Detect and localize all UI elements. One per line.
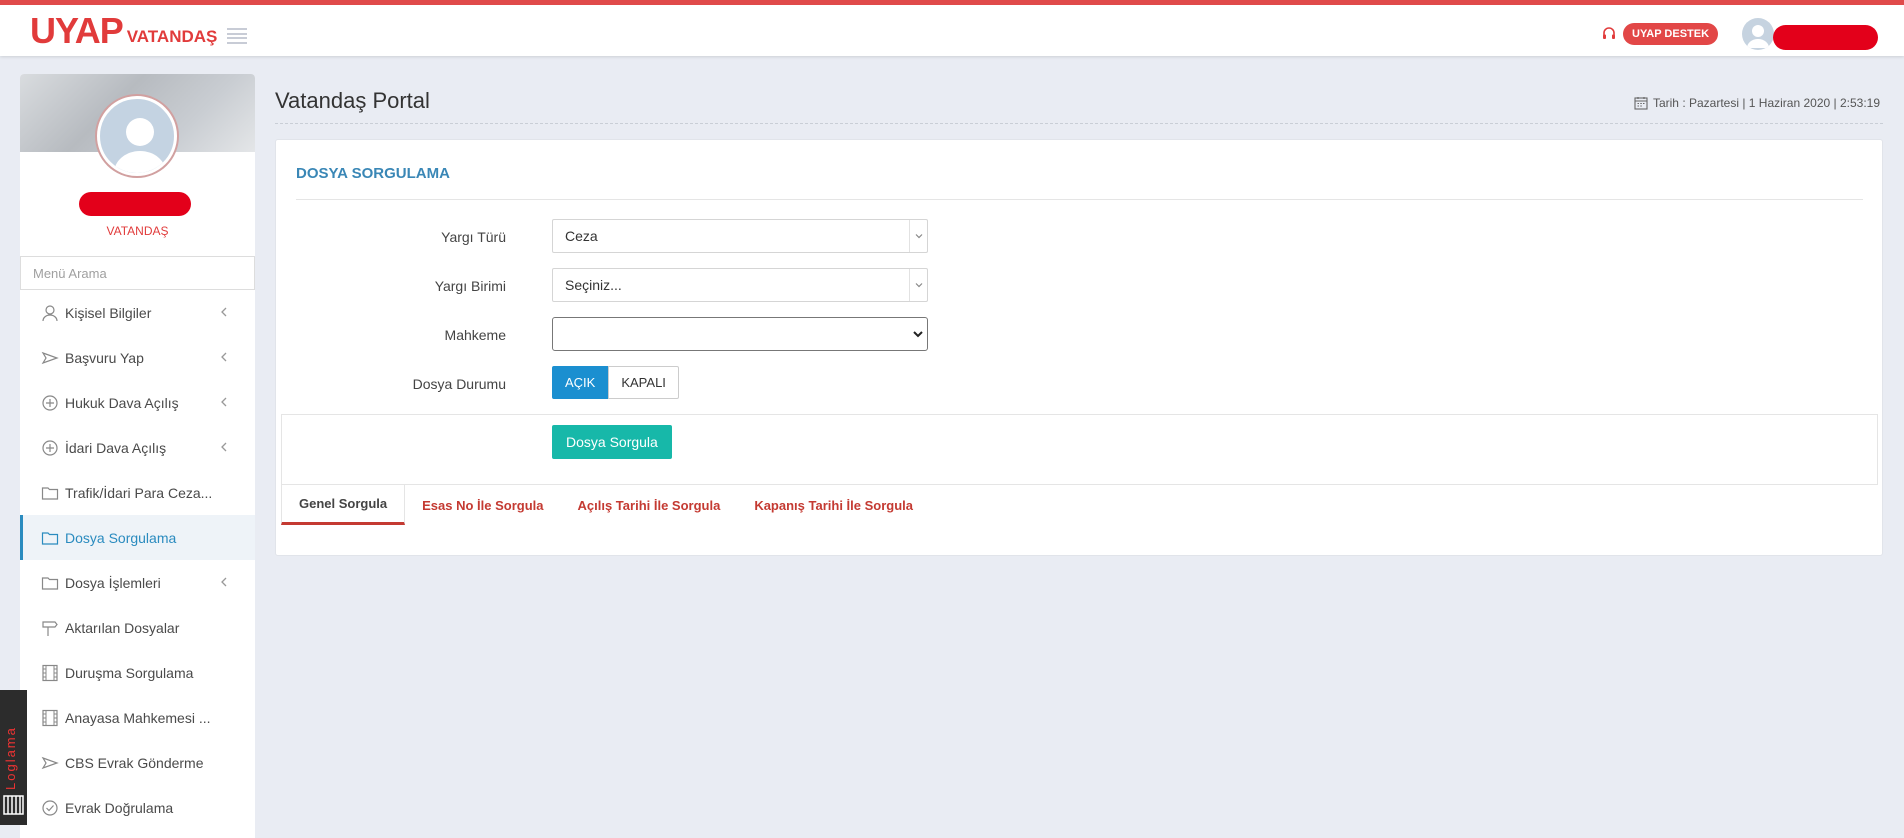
yargi-birimi-select[interactable]: Seçiniz... bbox=[552, 268, 928, 302]
loglama-tab[interactable]: Loglama bbox=[0, 690, 27, 825]
top-bar: UYAP VATANDAŞ UYAP DESTEK bbox=[0, 0, 1904, 56]
yargi-birimi-label: Yargı Birimi bbox=[434, 278, 506, 294]
yargi-turu-label: Yargı Türü bbox=[441, 229, 506, 245]
sidebar-item-hukuk-dava-acilis[interactable]: Hukuk Dava Açılış bbox=[20, 380, 255, 425]
mahkeme-select[interactable] bbox=[552, 317, 928, 351]
chevron-left-icon bbox=[221, 307, 227, 317]
film-icon bbox=[41, 709, 59, 727]
chevron-down-icon bbox=[909, 318, 927, 350]
sidebar: VATANDAŞ Kişisel Bilgiler Başvuru Yap Hu… bbox=[20, 74, 255, 838]
dosya-sorgula-button[interactable]: Dosya Sorgula bbox=[552, 425, 672, 459]
sidebar-item-trafik-idari-para-ceza[interactable]: Trafik/İdari Para Ceza... bbox=[20, 470, 255, 515]
menu-search-input[interactable] bbox=[20, 256, 255, 290]
sidebar-item-label: Dosya İşlemleri bbox=[65, 574, 161, 591]
redacted-profile-name bbox=[79, 192, 191, 216]
send-icon bbox=[41, 349, 59, 367]
signpost-icon bbox=[41, 619, 59, 637]
sidebar-item-idari-dava-acilis[interactable]: İdari Dava Açılış bbox=[20, 425, 255, 470]
panel-title: DOSYA SORGULAMA bbox=[296, 165, 450, 182]
yargi-turu-value: Ceza bbox=[565, 228, 598, 244]
sidebar-item-label: CBS Evrak Gönderme bbox=[65, 754, 204, 771]
profile-avatar bbox=[97, 96, 177, 176]
tab-acilis-tarihi-ile-sorgula[interactable]: Açılış Tarihi İle Sorgula bbox=[561, 485, 738, 525]
folder-icon bbox=[41, 484, 59, 502]
folder-icon bbox=[41, 529, 59, 547]
sidebar-item-label: İdari Dava Açılış bbox=[65, 439, 167, 456]
sidebar-item-label: Evrak Doğrulama bbox=[65, 799, 174, 816]
yargi-birimi-value: Seçiniz... bbox=[565, 277, 622, 293]
title-divider bbox=[275, 123, 1883, 124]
tab-genel-sorgula[interactable]: Genel Sorgula bbox=[281, 485, 406, 525]
user-silhouette-icon bbox=[114, 118, 166, 173]
sidebar-item-durusma-sorgulama[interactable]: Duruşma Sorgulama bbox=[20, 650, 255, 695]
page-title: Vatandaş Portal bbox=[275, 88, 430, 113]
chevron-down-icon bbox=[909, 269, 927, 301]
acik-toggle-button[interactable]: AÇIK bbox=[552, 366, 609, 399]
chevron-left-icon bbox=[221, 577, 227, 587]
query-tabs: Genel Sorgula Esas No İle Sorgula Açılış… bbox=[281, 485, 930, 525]
tab-esas-no-ile-sorgula[interactable]: Esas No İle Sorgula bbox=[405, 485, 560, 525]
logo[interactable]: UYAP VATANDAŞ bbox=[30, 10, 248, 51]
dosya-durumu-toggle: AÇIK KAPALI bbox=[552, 366, 679, 399]
folder-icon bbox=[41, 574, 59, 592]
sidebar-item-label: Anayasa Mahkemesi ... bbox=[65, 709, 211, 726]
mahkeme-label: Mahkeme bbox=[444, 327, 506, 343]
user-avatar[interactable] bbox=[1742, 18, 1774, 50]
chevron-left-icon bbox=[221, 397, 227, 407]
plus-circle-icon bbox=[41, 439, 59, 457]
date-display: Tarih : Pazartesi | 1 Haziran 2020 | 2:5… bbox=[1634, 96, 1880, 110]
barcode-icon bbox=[3, 795, 24, 815]
check-circle-icon bbox=[41, 799, 59, 817]
calendar-icon bbox=[1634, 97, 1648, 110]
profile-banner bbox=[20, 74, 255, 176]
chevron-down-icon bbox=[909, 220, 927, 252]
support-badge[interactable]: UYAP DESTEK bbox=[1623, 23, 1719, 45]
sidebar-item-label: Başvuru Yap bbox=[65, 349, 144, 366]
film-icon bbox=[41, 664, 59, 682]
dosya-sorgulama-panel: DOSYA SORGULAMA Yargı Türü Ceza Yargı Bi… bbox=[275, 139, 1883, 556]
loglama-label: Loglama bbox=[3, 726, 18, 790]
sidebar-item-aktarilan-dosyalar[interactable]: Aktarılan Dosyalar bbox=[20, 605, 255, 650]
sidebar-item-evrak-dogrulama[interactable]: Evrak Doğrulama bbox=[20, 785, 255, 830]
send-icon bbox=[41, 754, 59, 772]
logo-main: UYAP bbox=[30, 10, 124, 51]
tab-kapanis-tarihi-ile-sorgula[interactable]: Kapanış Tarihi İle Sorgula bbox=[737, 485, 930, 525]
sidebar-item-label: Duruşma Sorgulama bbox=[65, 664, 194, 681]
action-box bbox=[281, 414, 1878, 485]
sidebar-item-dosya-sorgulama[interactable]: Dosya Sorgulama bbox=[20, 515, 255, 560]
chevron-left-icon bbox=[221, 352, 227, 362]
sidebar-item-label: Trafik/İdari Para Ceza... bbox=[65, 484, 213, 501]
headset-icon bbox=[1603, 27, 1615, 39]
chevron-left-icon bbox=[221, 442, 227, 452]
sidebar-item-label: Dosya Sorgulama bbox=[65, 529, 177, 546]
panel-divider bbox=[296, 199, 1863, 200]
sidebar-item-dosya-islemleri[interactable]: Dosya İşlemleri bbox=[20, 560, 255, 605]
dosya-durumu-label: Dosya Durumu bbox=[412, 376, 506, 392]
plus-circle-icon bbox=[41, 394, 59, 412]
redacted-username bbox=[1773, 25, 1878, 50]
user-icon bbox=[41, 304, 59, 322]
sidebar-item-anayasa-mahkemesi[interactable]: Anayasa Mahkemesi ... bbox=[20, 695, 255, 740]
sidebar-item-label: Hukuk Dava Açılış bbox=[65, 394, 179, 411]
user-silhouette-icon bbox=[1747, 25, 1769, 48]
kapali-toggle-button[interactable]: KAPALI bbox=[608, 366, 679, 399]
user-role: VATANDAŞ bbox=[106, 224, 169, 238]
sidebar-item-basvuru-yap[interactable]: Başvuru Yap bbox=[20, 335, 255, 380]
sidebar-item-cbs-evrak-gonderme[interactable]: CBS Evrak Gönderme bbox=[20, 740, 255, 785]
sidebar-item-label: Kişisel Bilgiler bbox=[65, 304, 152, 321]
sidebar-item-label: Aktarılan Dosyalar bbox=[65, 619, 180, 636]
logo-sub: VATANDAŞ bbox=[126, 27, 218, 46]
menu-toggle-icon[interactable] bbox=[227, 28, 248, 44]
date-text: Tarih : Pazartesi | 1 Haziran 2020 | 2:5… bbox=[1652, 96, 1880, 110]
yargi-turu-select[interactable]: Ceza bbox=[552, 219, 928, 253]
support-link[interactable]: UYAP DESTEK bbox=[1601, 23, 1719, 45]
sidebar-menu: Kişisel Bilgiler Başvuru Yap Hukuk Dava … bbox=[20, 290, 255, 830]
sidebar-item-kisisel-bilgiler[interactable]: Kişisel Bilgiler bbox=[20, 290, 255, 335]
